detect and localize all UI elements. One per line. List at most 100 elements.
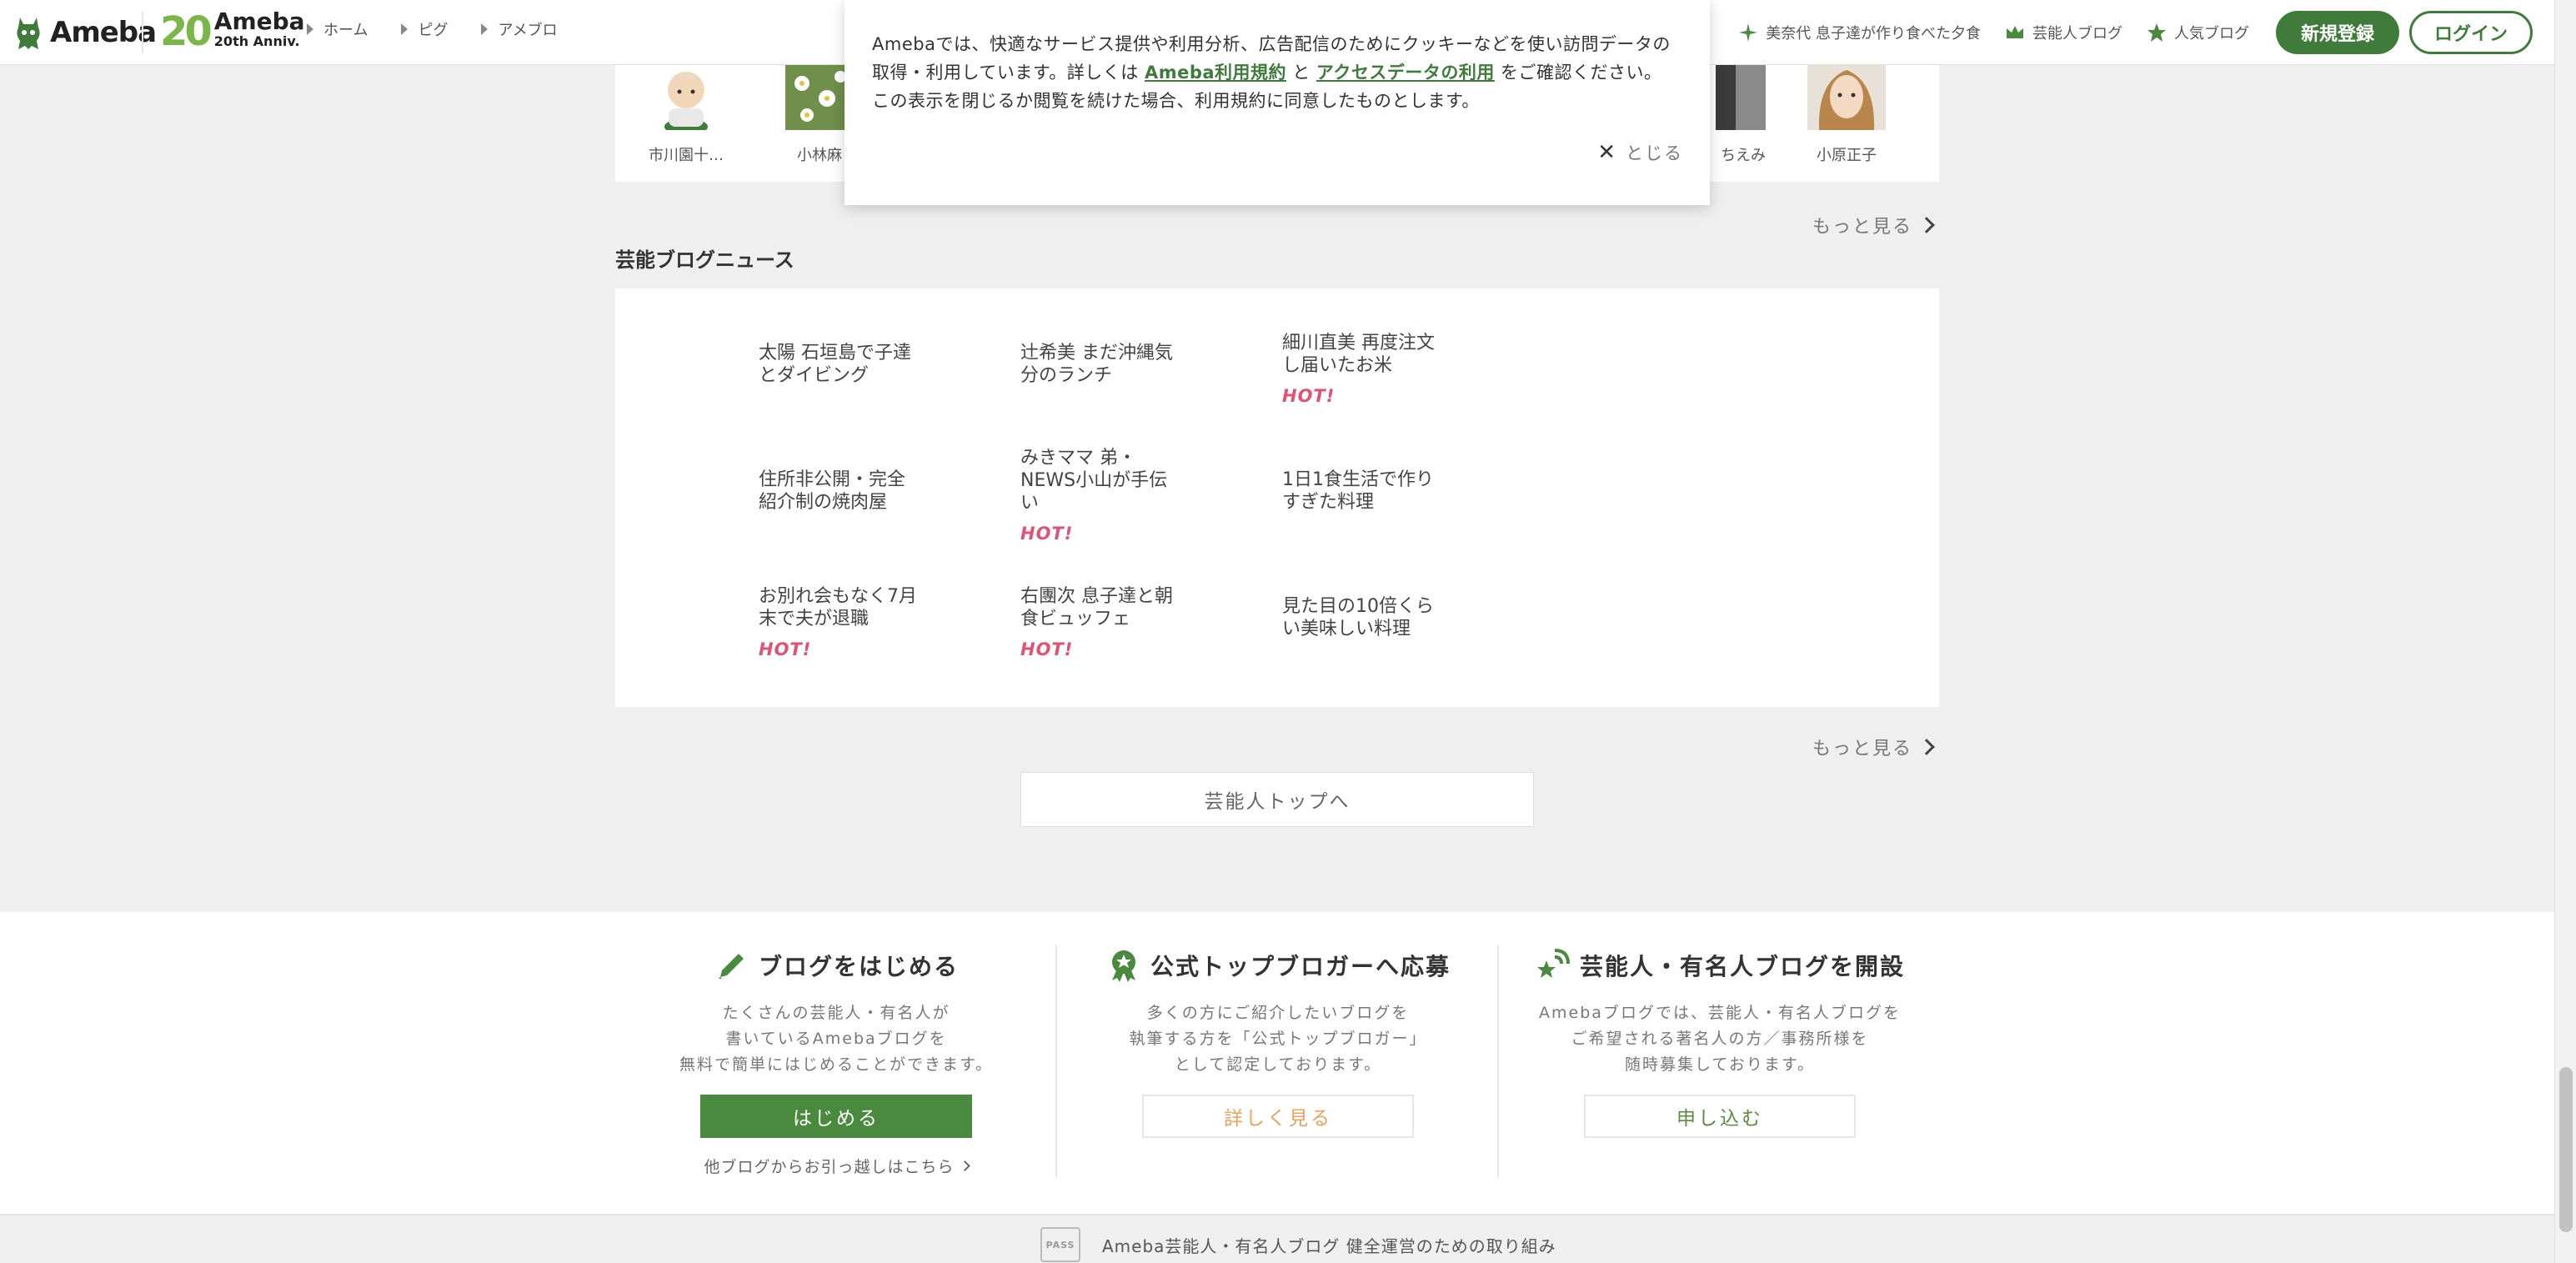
login-button[interactable]: ログイン [2409, 11, 2533, 54]
register-button[interactable]: 新規登録 [2276, 11, 2399, 54]
promo-title-text: 公式トップブロガーへ応募 [1150, 953, 1451, 980]
news-item[interactable]: 太陽 石垣島で子達とダイビング [759, 342, 917, 387]
news-text: 見た目の10倍くらい美味しい料理 [1282, 596, 1434, 639]
header-link-popular[interactable]: 人気ブログ [2146, 22, 2249, 43]
news-text: みきママ 弟・NEWS小山が手伝い [1020, 448, 1168, 514]
cookie-close-label: とじる [1626, 143, 1683, 163]
promo-desc-line: 随時募集しております。 [1625, 1055, 1815, 1074]
header-link-celebrity[interactable]: 芸能人ブログ [2004, 22, 2122, 43]
header-link-trend[interactable]: 美奈代 息子達が作り食べた夕食 [1737, 22, 1981, 43]
anniversary-text: Ameba 20th Anniv. [213, 8, 305, 52]
more-link-label: もっと見る [1812, 739, 1913, 759]
chevron-right-icon [1918, 217, 1935, 233]
footer-divider [0, 1214, 2554, 1215]
promo-desc-line: 書いているAmebaブログを [725, 1030, 947, 1048]
triangle-right-icon [307, 23, 313, 35]
hot-badge: HOT! [759, 639, 812, 659]
star-broadcast-icon [1536, 949, 1570, 978]
news-item[interactable]: 見た目の10倍くらい美味しい料理 [1282, 595, 1441, 640]
news-text: 細川直美 再度注文し届いたお米 [1282, 333, 1435, 376]
start-blog-button[interactable]: はじめる [700, 1095, 972, 1138]
news-list: 太陽 石垣島で子達とダイビング 辻希美 まだ沖縄気分のランチ 細川直美 再度注文… [615, 288, 1939, 707]
promo-desc: たくさんの芸能人・有名人が 書いているAmebaブログを 無料で簡単にはじめるこ… [615, 1000, 1057, 1078]
anniversary-title: Ameba [213, 8, 305, 35]
promo-desc-line: ご希望される著名人の方／事務所様を [1571, 1030, 1869, 1048]
news-item[interactable]: 住所非公開・完全紹介制の焼肉屋 [759, 469, 917, 514]
celebrity-top-button[interactable]: 芸能人トップへ [1020, 772, 1534, 827]
news-text: お別れ会もなく7月末で夫が退職 [759, 586, 917, 629]
promo-desc: Amebaブログでは、芸能人・有名人ブログを ご希望される著名人の方／事務所様を… [1499, 1000, 1941, 1078]
promo-title: ブログをはじめる [615, 945, 1057, 985]
ameba-mascot-icon [17, 18, 40, 49]
news-text: 1日1食生活で作りすぎた料理 [1282, 469, 1434, 513]
promo-desc-line: 執筆する方を「公式トップブロガー」 [1129, 1030, 1427, 1048]
hot-badge: HOT! [1020, 524, 1074, 544]
promo-desc-line: たくさんの芸能人・有名人が [722, 1004, 950, 1022]
header-link-label: 芸能人ブログ [2032, 25, 2122, 43]
promo-title: 芸能人・有名人ブログを開設 [1499, 945, 1941, 985]
news-item[interactable]: 1日1食生活で作りすぎた料理 [1282, 469, 1441, 514]
blogger-avatar [1716, 65, 1766, 130]
star-icon [2148, 23, 2166, 42]
blogger-name: 市川園十… [649, 147, 724, 164]
page-scrollbar[interactable] [2554, 0, 2576, 1263]
anniversary-number: 20 [160, 8, 213, 55]
blogger-name: 小林麻 [797, 147, 842, 164]
blogger-card[interactable]: 小林麻 [785, 65, 850, 165]
news-text: 太陽 石垣島で子達とダイビング [759, 343, 911, 386]
anniversary-sub: 20th Anniv. [213, 33, 300, 49]
terms-link[interactable]: Ameba利用規約 [1145, 63, 1286, 83]
promo-desc-line: として認定しております。 [1174, 1055, 1382, 1074]
triangle-right-icon [481, 23, 489, 35]
move-blog-label: 他ブログからお引っ越しはこちら [704, 1158, 955, 1176]
news-item[interactable]: みきママ 弟・NEWS小山が手伝い HOT! [1020, 447, 1179, 545]
apply-button[interactable]: 申し込む [1584, 1095, 1856, 1138]
promo-start-blog: ブログをはじめる たくさんの芸能人・有名人が 書いているAmebaブログを 無料… [615, 945, 1057, 1177]
move-blog-link[interactable]: 他ブログからお引っ越しはこちら [615, 1155, 1057, 1177]
blogger-avatar [1801, 65, 1892, 130]
pass-text: Ameba芸能人・有名人ブログ 健全運営のための取り組み [1102, 1235, 1556, 1256]
pencil-icon [718, 954, 744, 979]
cookie-text-2: と [1286, 63, 1316, 83]
header-right: 美奈代 息子達が作り食べた夕食 芸能人ブログ 人気ブログ 新規登録 ログイン [1737, 0, 2554, 65]
nav-item-ameblo[interactable]: アメブロ [481, 18, 558, 40]
nav-label: ホーム [323, 22, 368, 39]
access-data-link[interactable]: アクセスデータの利用 [1316, 63, 1495, 83]
news-item[interactable]: 右團次 息子達と朝食ビュッフェ HOT! [1020, 585, 1179, 661]
promo-celebrity-blog: 芸能人・有名人ブログを開設 Amebaブログでは、芸能人・有名人ブログを ご希望… [1499, 945, 1941, 1138]
blogger-card[interactable]: 小原正子 [1801, 65, 1892, 165]
more-link-news[interactable]: もっと見る [1812, 734, 1935, 760]
nav-item-home[interactable]: ホーム [307, 18, 368, 40]
news-item[interactable]: お別れ会もなく7月末で夫が退職 HOT! [759, 585, 917, 661]
nav-label: ピグ [418, 22, 449, 39]
official-details-button[interactable]: 詳しく見る [1142, 1095, 1414, 1138]
scrollbar-thumb[interactable] [2559, 1067, 2573, 1232]
promo-desc-line: 無料で簡単にはじめることができます。 [679, 1055, 994, 1074]
news-item[interactable]: 細川直美 再度注文し届いたお米 HOT! [1282, 332, 1441, 408]
news-text: 住所非公開・完全紹介制の焼肉屋 [759, 469, 906, 513]
news-item[interactable]: 辻希美 まだ沖縄気分のランチ [1020, 342, 1179, 387]
cookie-close-button[interactable]: ✕ とじる [1597, 140, 1683, 165]
header-link-label: 美奈代 息子達が作り食べた夕食 [1766, 25, 1981, 43]
promo-desc-line: Amebaブログでは、芸能人・有名人ブログを [1539, 1004, 1901, 1022]
ameba-logo[interactable]: Ameba [13, 13, 157, 52]
chevron-right-icon [1918, 739, 1935, 755]
more-link-label: もっと見る [1812, 217, 1913, 238]
more-link-bloggers[interactable]: もっと見る [1812, 212, 1935, 238]
promo-official-blogger: 公式トップブロガーへ応募 多くの方にご紹介したいブログを 執筆する方を「公式トッ… [1057, 945, 1499, 1138]
pass-initiative-link[interactable]: PASS Ameba芸能人・有名人ブログ 健全運営のための取り組み [1040, 1227, 1556, 1262]
footer-promo: ブログをはじめる たくさんの芸能人・有名人が 書いているAmebaブログを 無料… [0, 912, 2554, 1215]
blogger-avatar [785, 65, 850, 130]
nav-item-pigg[interactable]: ピグ [401, 18, 448, 40]
close-icon: ✕ [1597, 140, 1617, 165]
blogger-card[interactable]: 市川園十… [640, 65, 732, 165]
anniversary-logo[interactable]: 20 Ameba 20th Anniv. [160, 8, 305, 55]
hot-badge: HOT! [1282, 386, 1336, 406]
global-nav: ホーム ピグ アメブロ [307, 18, 558, 40]
news-section-title: 芸能ブログニュース [615, 248, 794, 272]
blogger-name: 小原正子 [1817, 147, 1877, 164]
blogger-avatar [640, 65, 732, 135]
header-divider [142, 12, 143, 53]
award-ribbon-icon [1111, 950, 1135, 982]
news-text: 辻希美 まだ沖縄気分のランチ [1020, 343, 1173, 386]
